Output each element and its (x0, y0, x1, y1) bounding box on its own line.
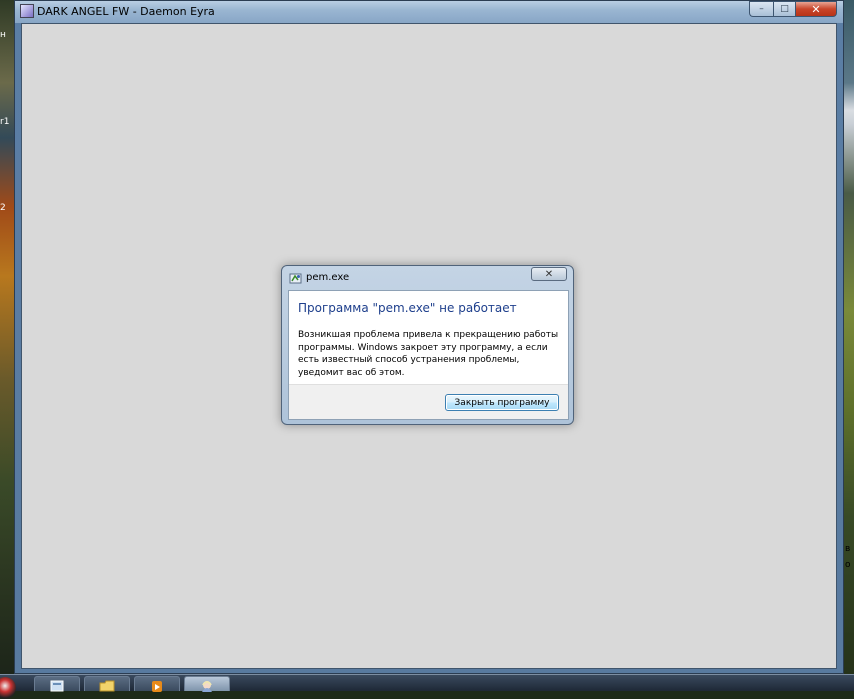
background-scene-left (0, 0, 14, 690)
dialog-title: pem.exe (306, 272, 350, 283)
taskbar-item-desktop[interactable] (34, 676, 80, 692)
background-label: н (0, 30, 6, 40)
dialog-close-button[interactable]: ✕ (531, 267, 567, 281)
close-program-button[interactable]: Закрыть программу (445, 394, 559, 411)
background-label: r1 (0, 117, 10, 127)
desktop-icon (50, 680, 64, 692)
window-titlebar[interactable]: DARK ANGEL FW - Daemon Eyra – □ ✕ (15, 1, 843, 23)
maximize-button[interactable]: □ (773, 1, 795, 17)
background-label: 2 (0, 203, 6, 213)
taskbar-item-explorer[interactable] (84, 676, 130, 692)
dialog-footer: Закрыть программу (289, 384, 568, 419)
caption-buttons: – □ ✕ (749, 1, 837, 17)
start-orb-icon[interactable] (0, 677, 16, 699)
media-player-icon (152, 681, 162, 692)
close-button[interactable]: ✕ (795, 1, 837, 17)
game-client-icon (202, 681, 212, 692)
error-dialog: pem.exe ✕ Программа "pem.exe" не работае… (281, 265, 574, 425)
dialog-heading: Программа "pem.exe" не работает (298, 301, 517, 315)
app-icon (20, 4, 34, 18)
window-title: DARK ANGEL FW - Daemon Eyra (37, 5, 215, 18)
taskbar (0, 674, 854, 699)
dialog-message: Возникшая проблема привела к прекращению… (298, 330, 559, 378)
program-icon (289, 273, 302, 284)
background-label: в (845, 544, 851, 554)
background-label: о (845, 560, 851, 570)
taskbar-item-media-player[interactable] (134, 676, 180, 692)
taskbar-item-game-client[interactable] (184, 676, 230, 692)
minimize-button[interactable]: – (749, 1, 773, 17)
folder-icon (99, 680, 115, 692)
dialog-body: Программа "pem.exe" не работает Возникша… (288, 290, 569, 420)
